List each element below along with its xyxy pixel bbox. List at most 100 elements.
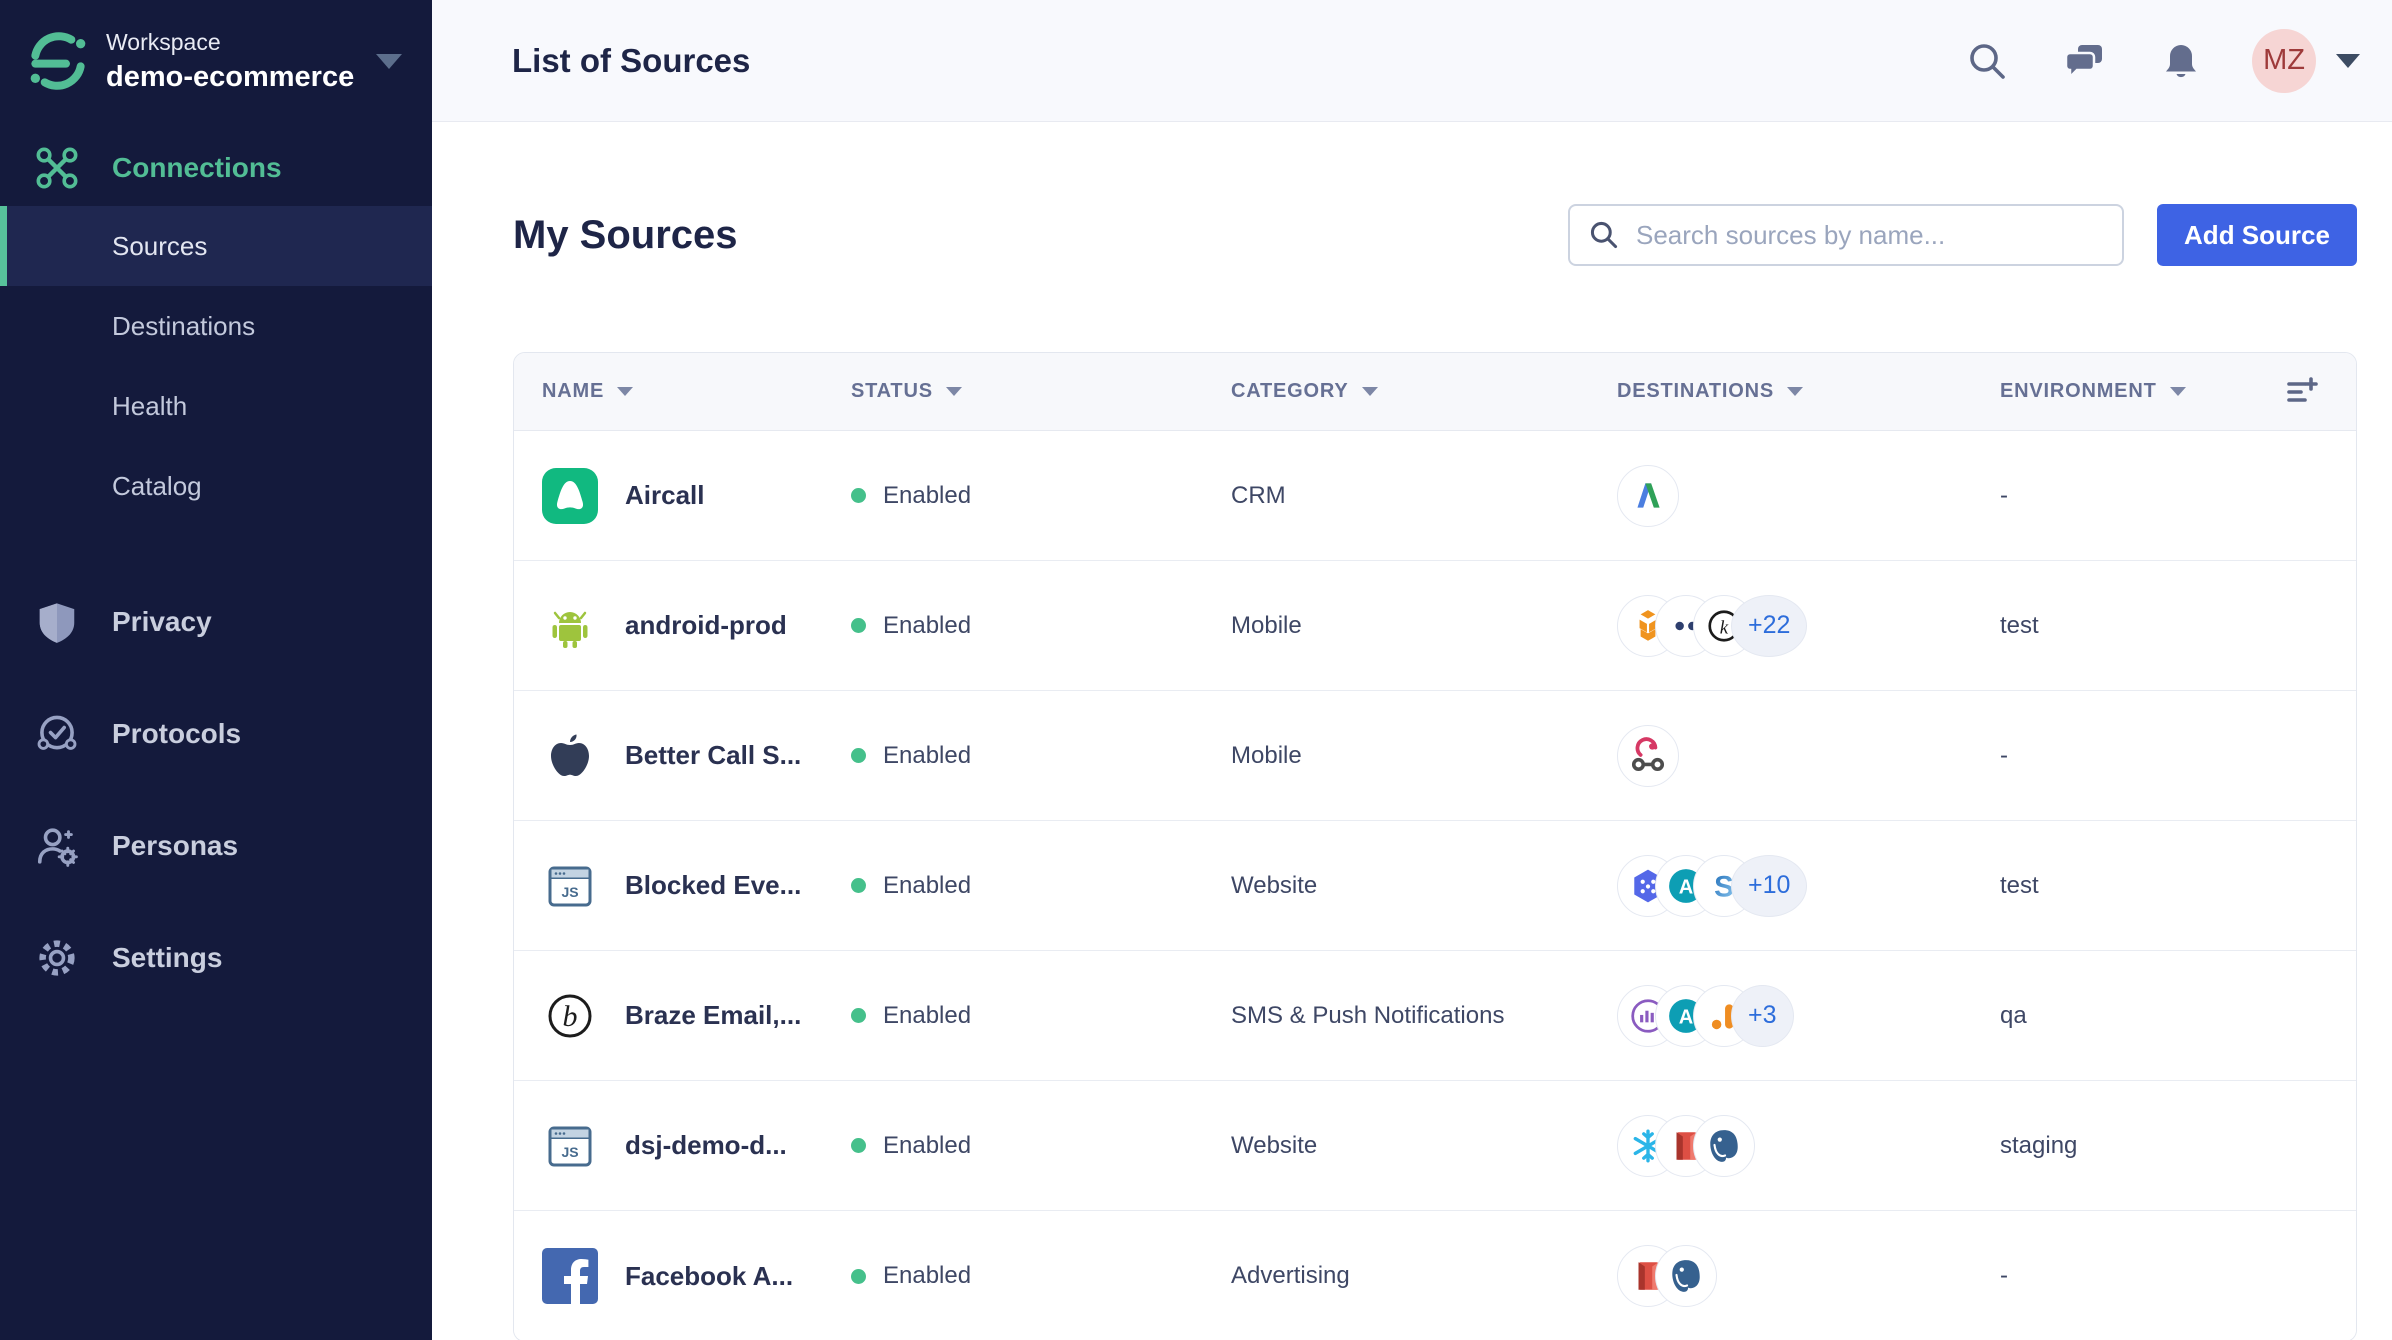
add-source-button[interactable]: Add Source: [2157, 204, 2357, 266]
table-row[interactable]: JS dsj-demo-d... Enabled Website staging: [514, 1081, 2356, 1211]
status-badge: Enabled: [883, 1262, 972, 1289]
environment-value: qa: [2000, 1001, 2027, 1029]
aircall-source-icon: [542, 467, 598, 524]
environment-value: test: [2000, 611, 2039, 639]
environment-value: test: [2000, 871, 2039, 899]
status-dot: [851, 748, 866, 763]
status-dot: [851, 1008, 866, 1023]
shield-icon: [34, 599, 80, 645]
workspace-label: Workspace: [106, 28, 221, 55]
status-dot: [851, 618, 866, 633]
adwords-destination-icon[interactable]: [1617, 464, 1679, 527]
category-value: CRM: [1231, 481, 1286, 509]
postgres-destination-icon[interactable]: [1655, 1245, 1717, 1307]
svg-text:JS: JS: [561, 884, 578, 900]
category-value: Website: [1231, 1131, 1318, 1159]
sources-table: NAME STATUS CATEGORY DESTINATIONS ENVIRO…: [513, 352, 2357, 1340]
category-value: Website: [1231, 871, 1318, 899]
column-header-category[interactable]: CATEGORY: [1231, 380, 1617, 403]
top-bar: List of Sources MZ: [432, 0, 2392, 122]
sidebar-item-catalog[interactable]: Catalog: [0, 446, 432, 526]
status-dot: [851, 1138, 866, 1153]
destinations-cell: k +22: [1617, 594, 2000, 657]
protocols-icon: [34, 711, 80, 757]
source-name: Better Call S...: [625, 740, 802, 770]
sidebar-item-label: Protocols: [112, 718, 242, 749]
table-row[interactable]: Facebook A... Enabled Advertising -: [514, 1211, 2356, 1340]
destinations-more-count[interactable]: +22: [1731, 594, 1808, 657]
gear-icon: [34, 935, 80, 981]
edit-columns-icon[interactable]: [2284, 375, 2318, 409]
svg-text:b: b: [563, 1000, 578, 1033]
sidebar-item-health[interactable]: Health: [0, 366, 432, 446]
column-header-destinations[interactable]: DESTINATIONS: [1617, 380, 2000, 403]
connections-icon: [34, 145, 80, 191]
sidebar-item-connections[interactable]: Connections: [0, 130, 432, 206]
sort-caret-icon: [617, 387, 634, 396]
page-title: List of Sources: [512, 41, 751, 79]
postgres-destination-icon[interactable]: [1693, 1114, 1755, 1177]
table-row[interactable]: android-prod Enabled Mobile k +22 test: [514, 561, 2356, 691]
destinations-cell: [1617, 464, 2000, 527]
braze-source-icon: b: [542, 988, 598, 1044]
search-icon[interactable]: [1966, 40, 2008, 82]
status-dot: [851, 1268, 866, 1284]
svg-text:JS: JS: [561, 1144, 578, 1160]
sidebar-item-destinations[interactable]: Destinations: [0, 286, 432, 366]
svg-text:A: A: [1679, 876, 1693, 898]
sidebar-item-label: Privacy: [112, 606, 212, 637]
svg-text:A: A: [1679, 1006, 1693, 1028]
sidebar-item-label: Settings: [112, 942, 223, 973]
status-badge: Enabled: [883, 871, 972, 899]
table-row[interactable]: Better Call S... Enabled Mobile -: [514, 691, 2356, 821]
table-row[interactable]: Aircall Enabled CRM -: [514, 431, 2356, 561]
account-caret-icon[interactable]: [2336, 53, 2360, 68]
source-name: Braze Email,...: [625, 1000, 802, 1030]
content-area: My Sources Add Source NAME STATUS CATEGO…: [432, 122, 2392, 1340]
environment-value: -: [2000, 741, 2008, 769]
sort-caret-icon: [1361, 387, 1378, 396]
js-browser-source-icon: JS: [542, 858, 598, 914]
status-badge: Enabled: [883, 741, 972, 769]
destinations-cell: A S +10: [1617, 854, 2000, 917]
table-row[interactable]: JS Blocked Eve... Enabled Website A S +10 …: [514, 821, 2356, 951]
table-header-row: NAME STATUS CATEGORY DESTINATIONS ENVIRO…: [514, 353, 2356, 431]
category-value: Mobile: [1231, 611, 1302, 639]
workspace-switcher[interactable]: Workspace demo-ecommerce: [0, 0, 432, 122]
avatar[interactable]: MZ: [2252, 28, 2316, 93]
sort-caret-icon: [945, 387, 962, 396]
sidebar-item-protocols[interactable]: Protocols: [0, 678, 432, 790]
status-dot: [851, 488, 866, 503]
workspace-name: demo-ecommerce: [106, 60, 355, 93]
section-heading: My Sources: [513, 212, 738, 257]
android-source-icon: [542, 598, 598, 654]
table-body: Aircall Enabled CRM - android-prod Enabl…: [514, 431, 2356, 1340]
destinations-more-count[interactable]: +10: [1731, 854, 1808, 917]
webhook-destination-icon[interactable]: [1617, 724, 1679, 787]
status-dot: [851, 878, 866, 893]
sidebar-item-privacy[interactable]: Privacy: [0, 566, 432, 678]
sources-search-box[interactable]: [1568, 204, 2124, 266]
search-input[interactable]: [1636, 219, 2104, 251]
status-badge: Enabled: [883, 611, 972, 639]
source-name: Blocked Eve...: [625, 870, 802, 900]
column-header-status[interactable]: STATUS: [851, 380, 1231, 403]
segment-logo-icon: [26, 29, 90, 93]
column-header-environment[interactable]: ENVIRONMENT: [2000, 375, 2356, 409]
bell-icon[interactable]: [2160, 40, 2202, 82]
column-header-name[interactable]: NAME: [514, 380, 851, 403]
workspace-caret-icon[interactable]: [376, 53, 402, 69]
table-row[interactable]: b Braze Email,... Enabled SMS & Push Not…: [514, 951, 2356, 1081]
destinations-cell: A +3: [1617, 984, 2000, 1047]
apple-source-icon: [542, 728, 598, 784]
personas-icon: [34, 823, 80, 869]
source-name: dsj-demo-d...: [625, 1130, 787, 1160]
sidebar-item-label: Connections: [112, 152, 282, 183]
sidebar-item-personas[interactable]: Personas: [0, 790, 432, 902]
sidebar-item-settings[interactable]: Settings: [0, 902, 432, 1014]
source-name: Aircall: [625, 480, 705, 510]
js-browser-source-icon: JS: [542, 1118, 598, 1174]
sidebar-item-sources[interactable]: Sources: [0, 206, 432, 286]
destinations-more-count[interactable]: +3: [1731, 984, 1794, 1047]
chat-icon[interactable]: [2063, 40, 2105, 82]
